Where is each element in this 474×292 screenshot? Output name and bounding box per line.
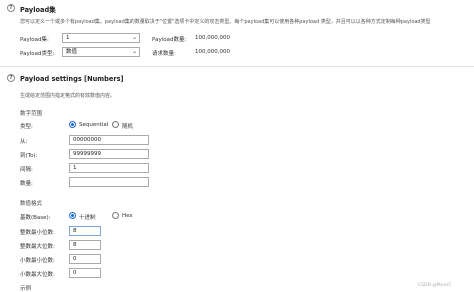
radio-hex-label[interactable]: Hex: [122, 213, 133, 219]
payload-type-select[interactable]: 数值 ⌄: [62, 47, 140, 57]
chevron-down-icon: ⌄: [131, 34, 137, 41]
radio-random-label[interactable]: 随机: [122, 122, 133, 130]
min-int-input[interactable]: 8: [69, 226, 101, 236]
chevron-down-icon: ⌄: [131, 48, 137, 55]
to-label: 到(To):: [20, 153, 38, 159]
count-input[interactable]: [69, 177, 149, 187]
min-int-label: 整数最小位数:: [20, 230, 55, 236]
max-int-input[interactable]: 8: [69, 240, 101, 250]
step-input[interactable]: 1: [69, 163, 149, 173]
help-icon[interactable]: ?: [7, 74, 15, 82]
to-input[interactable]: 99999999: [69, 149, 149, 159]
max-frac-label: 小数最大位数:: [20, 272, 55, 278]
max-frac-input[interactable]: 0: [69, 268, 101, 278]
payload-set-label: Payload集:: [20, 37, 49, 43]
help-icon[interactable]: ?: [7, 4, 15, 12]
section-divider: [0, 66, 474, 67]
request-count-label: 请求数量:: [152, 51, 176, 57]
payload-set-select[interactable]: 1 ⌄: [62, 33, 140, 43]
number-format-heading: 数值格式: [20, 201, 43, 207]
radio-sequential[interactable]: [69, 121, 76, 128]
min-frac-input[interactable]: 0: [69, 254, 101, 264]
from-label: 从:: [20, 139, 28, 145]
payload-settings-description: 生成给定范围内指定格式的有效数值内容。: [20, 93, 116, 99]
payload-set-value: 1: [66, 35, 70, 41]
radio-sequential-label[interactable]: Sequential: [79, 122, 108, 128]
min-frac-label: 小数最小位数:: [20, 258, 55, 264]
example-label: 示例: [20, 286, 32, 292]
step-label: 间隔:: [20, 167, 33, 173]
max-int-label: 整数最大位数:: [20, 244, 55, 250]
count-label: 数量:: [20, 181, 33, 187]
radio-decimal[interactable]: [69, 212, 76, 219]
payload-sets-title: Payload集: [20, 6, 56, 14]
payload-settings-title: Payload settings [Numbers]: [20, 75, 124, 83]
payload-sets-description: 您可以定义一个或多个有payload集。payload集的数量取决于"位置"选项…: [20, 19, 431, 25]
from-input[interactable]: 00000000: [69, 135, 149, 145]
number-range-heading: 数字范围: [20, 111, 43, 117]
radio-random[interactable]: [112, 121, 119, 128]
range-type-label: 类型:: [20, 124, 33, 130]
watermark: CSDN @MyxsC: [418, 283, 452, 288]
payload-count-value: 100,000,000: [195, 35, 230, 41]
radio-decimal-label[interactable]: 十进制: [79, 213, 96, 221]
payload-type-value: 数值: [66, 49, 78, 55]
base-label: 基数(Base):: [20, 215, 51, 221]
radio-hex[interactable]: [112, 212, 119, 219]
payload-type-label: Payload类型:: [20, 51, 55, 57]
payload-count-label: Payload数量:: [152, 37, 187, 43]
request-count-value: 100,000,000: [195, 49, 230, 55]
